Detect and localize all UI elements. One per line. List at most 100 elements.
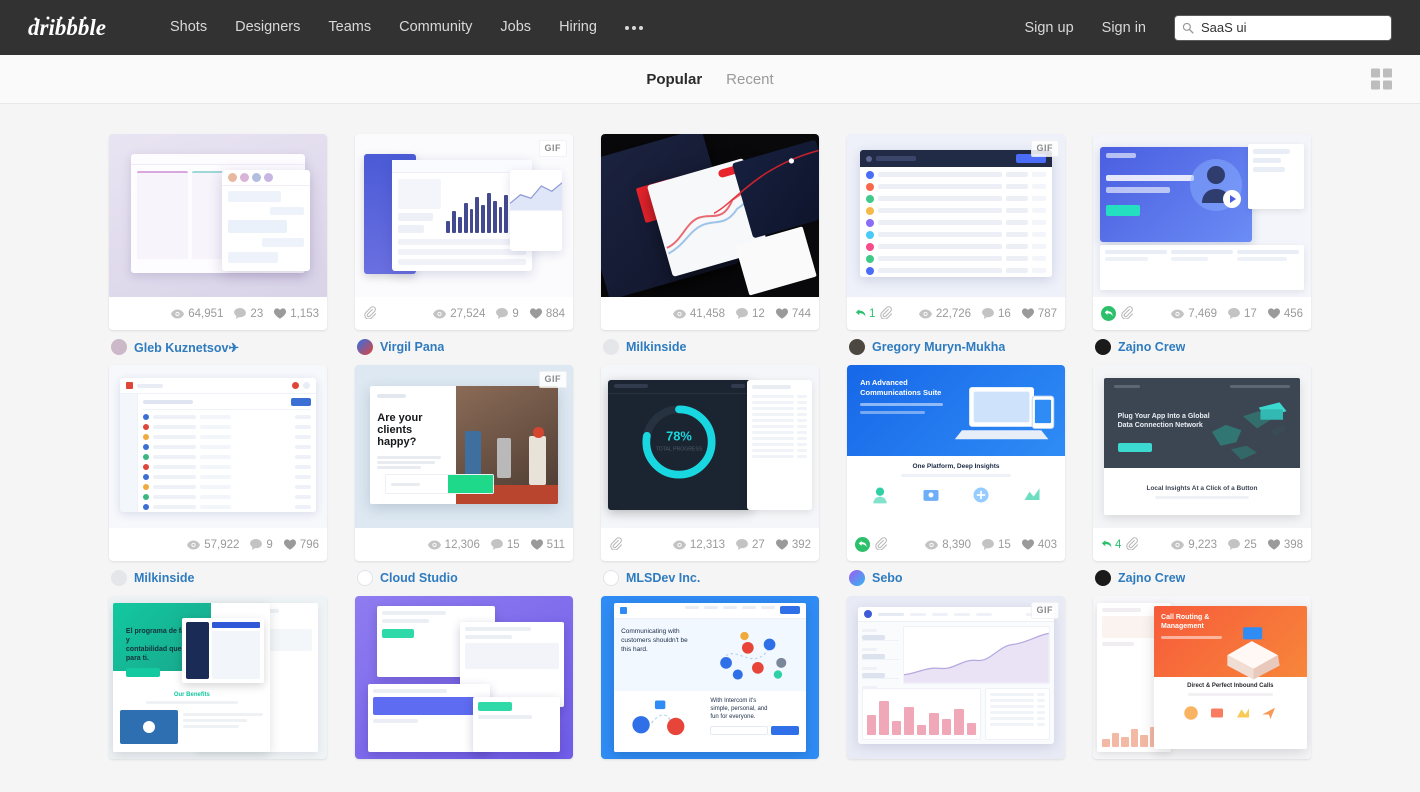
views-count: 12,313 <box>690 539 725 551</box>
likes-stat[interactable]: 884 <box>530 308 565 320</box>
sign-in-link[interactable]: Sign in <box>1088 20 1160 36</box>
tab-recent[interactable]: Recent <box>726 71 774 88</box>
shot-thumbnail-link[interactable] <box>601 134 819 297</box>
shot-thumbnail-link[interactable]: Are yourclientshappy? GIF <box>355 365 573 528</box>
comments-stat: 15 <box>491 539 520 551</box>
likes-stat[interactable]: 403 <box>1022 539 1057 551</box>
tab-popular[interactable]: Popular <box>646 71 702 88</box>
shot-thumbnail-link[interactable] <box>109 365 327 528</box>
main-nav-links: Shots Designers Teams Community Jobs Hir… <box>156 0 657 55</box>
nav-link-community[interactable]: Community <box>385 0 486 55</box>
avatar[interactable] <box>603 570 619 586</box>
rebound-count[interactable]: 1 <box>855 308 875 320</box>
shot-thumbnail-link[interactable]: Communicating withcustomers shouldn't be… <box>601 596 819 759</box>
likes-stat[interactable]: 1,153 <box>274 308 319 320</box>
attachment-indicator[interactable] <box>1125 537 1138 553</box>
avatar[interactable] <box>849 570 865 586</box>
avatar[interactable] <box>111 570 127 586</box>
author-name-link[interactable]: MLSDev Inc. <box>626 571 700 585</box>
avatar[interactable] <box>603 339 619 355</box>
shot-thumbnail-link[interactable] <box>355 596 573 759</box>
attachment-indicator[interactable] <box>363 306 376 322</box>
shot-thumbnail-card: 7,469 17 456 <box>1093 134 1311 330</box>
avatar[interactable] <box>357 570 373 586</box>
shot-card: Plug Your App Into a GlobalData Connecti… <box>1093 365 1311 586</box>
author-name-link[interactable]: Zajno Crew <box>1118 571 1185 585</box>
author-name-link[interactable]: Cloud Studio <box>380 571 458 585</box>
heart-icon <box>1268 308 1280 319</box>
attachment-indicator[interactable] <box>879 306 892 322</box>
shot-badges <box>855 537 887 553</box>
shot-thumbnail-link[interactable] <box>1093 134 1311 297</box>
attachment-indicator[interactable] <box>1120 306 1133 322</box>
shot-thumbnail-link[interactable] <box>109 134 327 297</box>
nav-more-menu-icon[interactable] <box>611 26 657 30</box>
grid-square-icon <box>1371 69 1380 78</box>
nav-link-designers[interactable]: Designers <box>221 0 314 55</box>
shot-stats: 27,524 9 884 <box>355 297 573 330</box>
rebound-badge-icon[interactable] <box>1101 306 1116 321</box>
likes-count: 884 <box>546 308 565 320</box>
nav-link-hiring[interactable]: Hiring <box>545 0 611 55</box>
attachment-indicator[interactable] <box>874 537 887 553</box>
shot-thumbnail-link[interactable]: Call Routing & Management Direct & Perfe… <box>1093 596 1311 759</box>
likes-stat[interactable]: 398 <box>1268 539 1303 551</box>
views-stat: 7,469 <box>1171 308 1217 320</box>
avatar[interactable] <box>111 339 127 355</box>
nav-link-shots[interactable]: Shots <box>156 0 221 55</box>
avatar[interactable] <box>357 339 373 355</box>
shot-thumbnail-link[interactable]: GIF <box>355 134 573 297</box>
sign-up-link[interactable]: Sign up <box>1010 20 1087 36</box>
shot-counts: 9,223 25 398 <box>1171 539 1303 551</box>
shot-thumbnail-link[interactable]: 78% TOTAL PROGRESS <box>601 365 819 528</box>
attachment-indicator[interactable] <box>609 537 622 553</box>
likes-stat[interactable]: 392 <box>776 539 811 551</box>
grid-square-icon <box>1371 81 1380 90</box>
avatar[interactable] <box>1095 339 1111 355</box>
shot-thumbnail-link[interactable]: GIF <box>847 134 1065 297</box>
gif-badge: GIF <box>1031 602 1060 619</box>
author-name-link[interactable]: Milkinside <box>134 571 194 585</box>
heart-icon <box>531 539 543 550</box>
shot-counts: 12,306 15 511 <box>428 539 565 551</box>
shot-card: 78% TOTAL PROGRESS 12,313 27 392 MLSD <box>601 365 819 586</box>
shot-author: Zajno Crew <box>1093 330 1311 355</box>
heart-icon <box>1022 539 1034 550</box>
author-name-link[interactable]: Zajno Crew <box>1118 340 1185 354</box>
search-input[interactable] <box>1174 15 1392 41</box>
nav-link-teams[interactable]: Teams <box>314 0 385 55</box>
author-name-link[interactable]: Sebo <box>872 571 903 585</box>
shot-thumbnail-link[interactable]: An AdvancedCommunications Suite One Plat… <box>847 365 1065 528</box>
shot-author: Gregory Muryn-Mukha <box>847 330 1065 355</box>
likes-stat[interactable]: 796 <box>284 539 319 551</box>
comments-count: 25 <box>1244 539 1257 551</box>
shot-author: Sebo <box>847 561 1065 586</box>
avatar[interactable] <box>1095 570 1111 586</box>
author-name-link[interactable]: Virgil Pana <box>380 340 444 354</box>
avatar[interactable] <box>849 339 865 355</box>
shot-badges <box>1101 306 1133 322</box>
likes-stat[interactable]: 511 <box>531 539 565 551</box>
nav-link-jobs[interactable]: Jobs <box>486 0 545 55</box>
shot-counts: 57,922 9 796 <box>187 539 319 551</box>
likes-stat[interactable]: 744 <box>776 308 811 320</box>
dribbble-logo[interactable]: dribbble <box>28 15 116 41</box>
shot-author: MLSDev Inc. <box>601 561 819 586</box>
shot-thumbnail-link[interactable]: Plug Your App Into a GlobalData Connecti… <box>1093 365 1311 528</box>
author-name-link[interactable]: Gregory Muryn-Mukha <box>872 340 1005 354</box>
grid-view-toggle-icon[interactable] <box>1371 69 1392 90</box>
rebound-badge-icon[interactable] <box>855 537 870 552</box>
author-name-link[interactable]: Gleb Kuznetsov✈ <box>134 340 239 355</box>
shot-artwork: 78% TOTAL PROGRESS <box>601 365 819 528</box>
shot-thumbnail-link[interactable]: GIF <box>847 596 1065 759</box>
author-name-link[interactable]: Milkinside <box>626 340 686 354</box>
shot-author: Zajno Crew <box>1093 561 1311 586</box>
shot-thumbnail-card: Call Routing & Management Direct & Perfe… <box>1093 596 1311 759</box>
shot-thumbnail-link[interactable]: El programa de facturación ycontabilidad… <box>109 596 327 759</box>
likes-stat[interactable]: 456 <box>1268 308 1303 320</box>
shot-card: Are yourclientshappy? GIF <box>355 365 573 586</box>
shot-thumbnail-card: El programa de facturación ycontabilidad… <box>109 596 327 759</box>
views-count: 57,922 <box>204 539 239 551</box>
rebound-count[interactable]: 4 <box>1101 539 1121 551</box>
likes-stat[interactable]: 787 <box>1022 308 1057 320</box>
